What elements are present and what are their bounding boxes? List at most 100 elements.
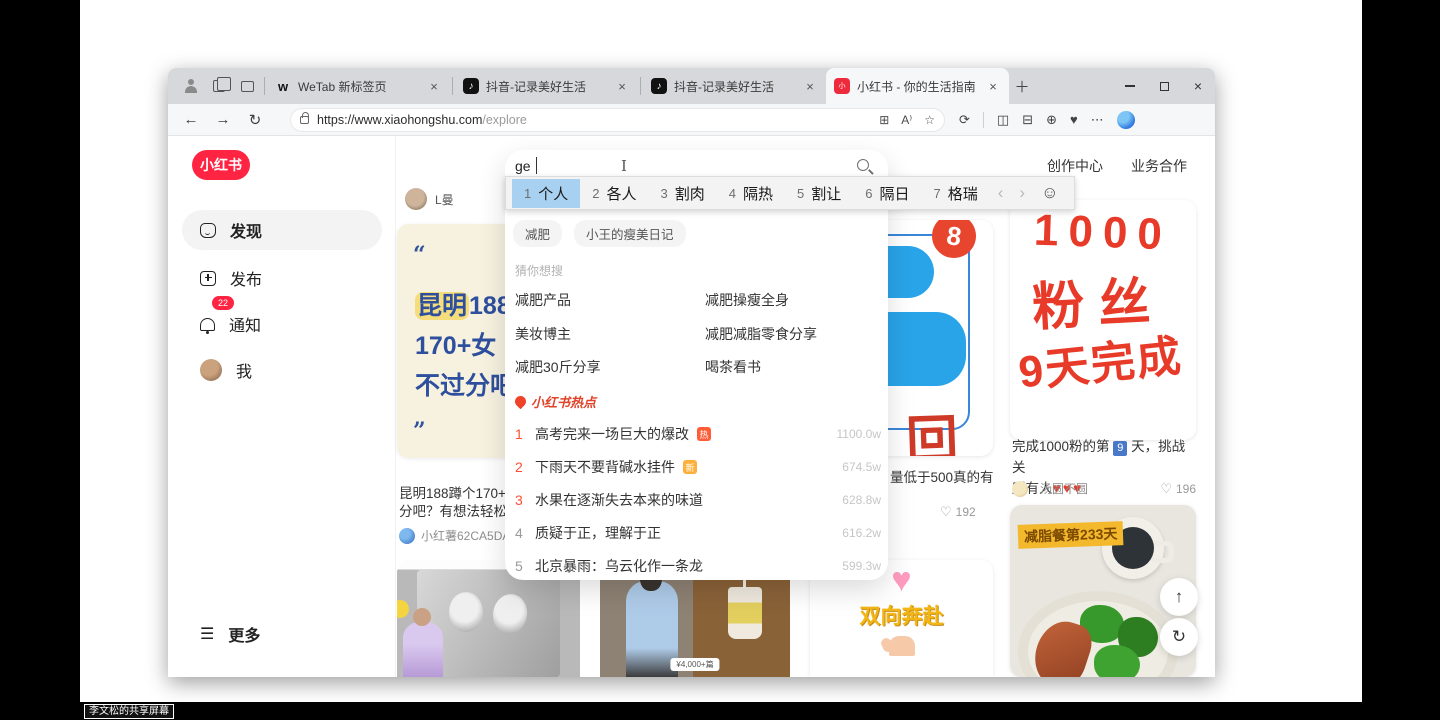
drawing-card-likes[interactable]: ♡ 192 — [940, 504, 976, 520]
hot-views: 1100.0w — [837, 427, 881, 441]
business-link[interactable]: 业务合作 — [1131, 156, 1187, 176]
hot-item[interactable]: 1 高考完来一场巨大的爆改 热 1100.0w — [515, 424, 881, 444]
ime-candidate[interactable]: 7格瑞 — [922, 179, 990, 208]
search-icon[interactable] — [857, 159, 869, 171]
maximize-button[interactable] — [1147, 68, 1181, 104]
more-options-icon[interactable]: ⋯ — [1091, 112, 1104, 128]
split-screen-icon[interactable]: ◫ — [997, 112, 1009, 128]
sidebar-item-discover[interactable]: 发现 — [182, 210, 382, 250]
search-suggestion[interactable]: 喝茶看书 — [705, 357, 761, 377]
address-bar[interactable]: https://www.xiaohongshu.com/explore ⊞ A⁾… — [290, 108, 945, 132]
forward-button[interactable]: → — [210, 107, 236, 133]
candidate-number: 7 — [934, 186, 941, 201]
workspaces-icon[interactable] — [206, 73, 232, 99]
hot-title-text: 北京暴雨：乌云化作一条龙 — [535, 556, 703, 576]
tab-close-icon[interactable]: × — [426, 79, 442, 94]
douyin-favicon: ♪ — [463, 78, 479, 94]
sidebar-item-publish[interactable]: 发布 — [182, 258, 382, 298]
search-suggestion[interactable]: 减肥减脂零食分享 — [705, 324, 817, 344]
caption-line: 完成1000粉的第 9 天，挑战关 — [1012, 436, 1196, 478]
address-bar-icons: ⊞ A⁾ ☆ — [879, 113, 935, 127]
history-tag[interactable]: 减肥 — [513, 220, 562, 247]
feed-user-row[interactable]: L曼 — [405, 188, 454, 210]
emoji-picker-icon[interactable]: ☺ — [1035, 183, 1064, 203]
sidebar-item-notifications[interactable]: 通知 — [182, 304, 382, 344]
favorites-bar-icon[interactable]: ⊞ — [879, 113, 889, 127]
tab-close-icon[interactable]: × — [614, 79, 630, 94]
hot-item[interactable]: 4 质疑于正，理解于正 616.2w — [515, 523, 881, 543]
profile-icon[interactable] — [178, 73, 204, 99]
caption-text: 完成1000粉的第 — [1012, 439, 1110, 454]
sidebar-item-more[interactable]: ☰ 更多 — [182, 614, 382, 654]
candidate-text: 割让 — [811, 183, 841, 204]
shopping-icon[interactable]: ♥ — [1070, 112, 1078, 127]
sidebar-item-me[interactable]: 我 — [182, 350, 382, 390]
minimize-button[interactable] — [1113, 68, 1147, 104]
tab-douyin-1[interactable]: ♪ 抖音-记录美好生活 × — [455, 68, 638, 104]
hot-item[interactable]: 2 下雨天不要背碱水挂件 新 674.5w — [515, 457, 881, 477]
creator-center-link[interactable]: 创作中心 — [1047, 156, 1103, 176]
heart-outline-icon: ♡ — [1160, 481, 1172, 497]
fans-card-likes[interactable]: ♡ 196 — [1160, 481, 1196, 497]
ibeam-cursor: I — [621, 157, 627, 175]
candidate-number: 1 — [524, 186, 531, 201]
ime-next-icon[interactable]: › — [1011, 183, 1033, 203]
ime-candidate[interactable]: 2各人 — [580, 179, 648, 208]
drawing-card-caption[interactable]: 量低于500真的有 — [890, 466, 994, 486]
ime-candidate-selected[interactable]: 1个人 — [512, 179, 580, 208]
browser-essentials-icon[interactable]: ⊕ — [1046, 112, 1057, 128]
ime-candidate[interactable]: 4隔热 — [717, 179, 785, 208]
photo-card-travel[interactable]: ¥4,000+篇 — [600, 563, 790, 677]
ime-candidate[interactable]: 3割肉 — [649, 179, 717, 208]
close-window-button[interactable]: × — [1181, 68, 1215, 104]
hand-icon — [889, 636, 915, 656]
tab-xiaohongshu-active[interactable]: 小 小红书 - 你的生活指南 × — [826, 68, 1009, 104]
tab-wetab[interactable]: w WeTab 新标签页 × — [267, 68, 450, 104]
scroll-top-button[interactable]: ↑ — [1160, 578, 1198, 616]
fans-card-author[interactable]: 汤圆不圆 ♡ 196 — [1012, 480, 1196, 497]
back-button[interactable]: ← — [178, 107, 204, 133]
fans-card[interactable]: 1000 粉丝 9天完成 — [1010, 200, 1196, 440]
search-suggestion[interactable]: 美妆博主 — [515, 324, 571, 344]
xiaohongshu-logo[interactable]: 小红书 — [192, 150, 250, 180]
ime-candidate[interactable]: 5割让 — [785, 179, 853, 208]
note-line: 不过分吧 — [415, 366, 515, 406]
tab-close-icon[interactable]: × — [985, 79, 1001, 94]
add-favorite-star-icon[interactable]: ☆ — [924, 113, 935, 127]
browser-toolbar: ← → ↻ https://www.xiaohongshu.com/explor… — [168, 104, 1215, 136]
hot-item[interactable]: 3 水果在逐渐失去本来的味道 628.8w — [515, 490, 881, 510]
search-suggestion[interactable]: 减肥30斤分享 — [515, 357, 601, 377]
ime-prev-icon[interactable]: ‹ — [990, 183, 1012, 203]
letterbox-right — [1362, 0, 1440, 720]
hot-rank: 2 — [515, 459, 527, 475]
tab-close-icon[interactable]: × — [802, 79, 818, 94]
new-tab-button[interactable]: ＋ — [1009, 73, 1035, 99]
url-text: https://www.xiaohongshu.com/explore — [317, 113, 527, 127]
text-caret — [536, 157, 537, 174]
search-suggestion[interactable]: 减肥操瘦全身 — [705, 290, 789, 310]
ime-candidate[interactable]: 6隔日 — [853, 179, 921, 208]
copilot-icon[interactable] — [1117, 111, 1135, 129]
search-input[interactable]: ge — [515, 158, 531, 174]
sidebar-item-label: 发布 — [230, 266, 262, 290]
toolbar-icons: ⟳ ◫ ⊟ ⊕ ♥ ⋯ — [959, 111, 1135, 129]
search-suggestion[interactable]: 减肥产品 — [515, 290, 571, 310]
hot-item[interactable]: 5 北京暴雨：乌云化作一条龙 599.3w — [515, 556, 881, 576]
candidate-number: 3 — [661, 186, 668, 201]
history-tag[interactable]: 小王的瘦美日记 — [574, 220, 686, 247]
heart-outline-icon[interactable]: ♡ — [940, 504, 952, 520]
note-card-author[interactable]: 小红薯62CA5DA — [399, 527, 510, 544]
refresh-button[interactable]: ↻ — [242, 107, 268, 133]
tab-douyin-2[interactable]: ♪ 抖音-记录美好生活 × — [643, 68, 826, 104]
refresh-feed-button[interactable]: ↻ — [1160, 618, 1198, 656]
flame-icon — [513, 394, 529, 410]
extensions-icon[interactable]: ⟳ — [959, 112, 970, 128]
screen-share-stage: 李文松的共享屏幕 w WeTab 新标签页 × ♪ 抖音-记录美好生活 × ♪ … — [0, 0, 1440, 720]
sidebar-item-label: 我 — [236, 358, 252, 382]
read-aloud-icon[interactable]: A⁾ — [901, 113, 912, 127]
xiaohongshu-favicon: 小 — [834, 78, 850, 94]
tab-actions-icon[interactable] — [234, 73, 260, 99]
collections-icon[interactable]: ⊟ — [1022, 112, 1033, 128]
face — [449, 592, 483, 632]
day-badge: 9 — [1113, 441, 1127, 456]
